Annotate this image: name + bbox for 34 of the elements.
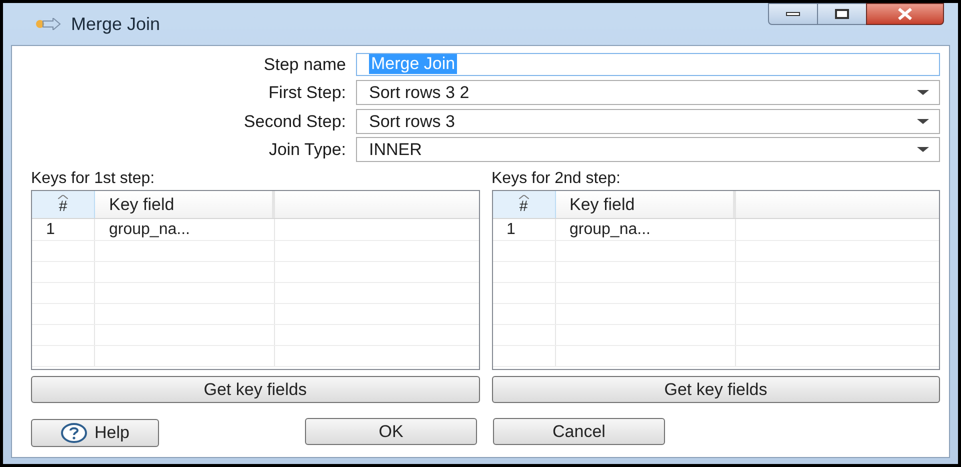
get-key-fields-button[interactable]: Get key fields — [31, 376, 480, 403]
sort-caret-icon — [518, 195, 528, 199]
dropdown[interactable]: Sort rows 3 — [356, 108, 940, 134]
dropdown-arrow-icon — [917, 118, 929, 124]
sort-caret-icon — [58, 195, 68, 199]
field-label: Join Type: — [268, 139, 346, 161]
table-cell: group_na... — [556, 219, 736, 240]
close-button[interactable] — [866, 3, 944, 25]
field-label: Second Step: — [244, 110, 346, 132]
help-icon — [60, 423, 87, 443]
maximize-button[interactable] — [818, 3, 866, 25]
column-header[interactable]: Key field — [556, 191, 736, 218]
field-label: Step name — [264, 54, 346, 76]
merge-arrows-icon — [35, 18, 61, 30]
window-title: Merge Join — [71, 12, 160, 36]
dropdown[interactable]: Sort rows 3 2 — [356, 80, 940, 106]
column-header[interactable]: # — [32, 191, 95, 218]
column-header[interactable]: Key field — [95, 191, 275, 218]
minimize-button[interactable] — [768, 3, 818, 25]
section-label: Keys for 2nd step: — [492, 169, 620, 189]
get-key-fields-button[interactable]: Get key fields — [492, 376, 940, 403]
table-cell: group_na... — [95, 219, 275, 240]
column-header[interactable]: # — [492, 191, 556, 218]
dropdown-arrow-icon — [917, 147, 929, 152]
dropdown[interactable]: INNER — [356, 137, 940, 162]
section-label: Keys for 1st step: — [31, 169, 155, 189]
help-button[interactable]: Help — [31, 419, 159, 447]
table-cell: 1 — [492, 219, 556, 240]
dialog-button[interactable]: Cancel — [493, 418, 665, 444]
dropdown-arrow-icon — [917, 90, 929, 96]
field-label: First Step: — [268, 82, 346, 104]
dialog-button[interactable]: OK — [305, 418, 477, 444]
close-icon — [897, 8, 913, 20]
table-cell: 1 — [32, 219, 95, 240]
